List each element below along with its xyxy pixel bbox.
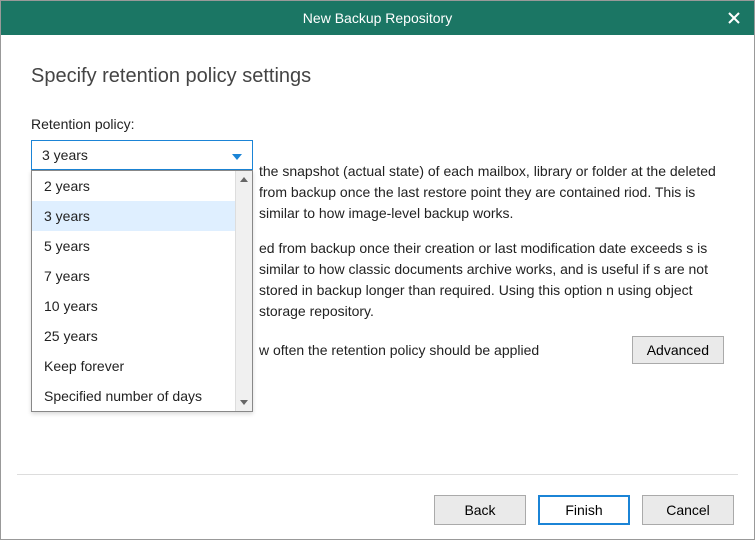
cancel-button[interactable]: Cancel	[642, 495, 734, 525]
page-title: Specify retention policy settings	[31, 65, 724, 88]
wizard-content: Specify retention policy settings Retent…	[1, 35, 754, 170]
dropdown-option[interactable]: 10 years	[32, 291, 252, 321]
dropdown-option[interactable]: 3 years	[32, 201, 252, 231]
scroll-down-icon[interactable]	[236, 394, 252, 411]
dropdown-option[interactable]: 25 years	[32, 321, 252, 351]
back-button[interactable]: Back	[434, 495, 526, 525]
dropdown-option[interactable]: Keep forever	[32, 351, 252, 381]
dropdown-option[interactable]: 7 years	[32, 261, 252, 291]
wizard-footer: Back Finish Cancel	[1, 481, 754, 539]
scroll-up-icon[interactable]	[236, 171, 252, 188]
window-title: New Backup Repository	[303, 10, 452, 26]
dropdown-scrollbar[interactable]	[235, 171, 252, 411]
close-icon[interactable]	[726, 10, 742, 26]
retention-policy-dropdown: 2 years3 years5 years7 years10 years25 y…	[31, 170, 253, 412]
finish-button[interactable]: Finish	[538, 495, 630, 525]
retention-policy-label: Retention policy:	[31, 116, 724, 132]
advanced-button[interactable]: Advanced	[632, 336, 724, 364]
title-bar: New Backup Repository	[1, 1, 754, 35]
dropdown-option[interactable]: Specified number of days	[32, 381, 252, 411]
footer-separator	[17, 474, 738, 475]
dropdown-option[interactable]: 5 years	[32, 231, 252, 261]
dropdown-option[interactable]: 2 years	[32, 171, 252, 201]
